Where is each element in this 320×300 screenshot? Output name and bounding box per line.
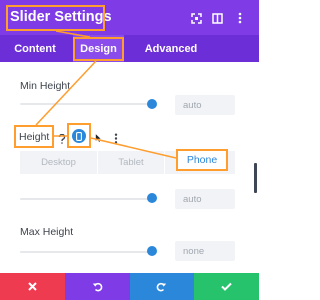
max-height-slider-handle[interactable] — [147, 246, 157, 256]
device-tab-desktop[interactable]: Desktop — [20, 151, 97, 174]
split-view-icon[interactable] — [210, 11, 224, 25]
min-height-value[interactable]: auto — [175, 95, 235, 115]
redo-icon — [157, 282, 167, 292]
cursor-icon — [95, 130, 103, 148]
expand-icon[interactable] — [189, 11, 203, 25]
max-height-value[interactable]: none — [175, 241, 235, 261]
undo-icon — [92, 282, 102, 292]
scrollbar-thumb[interactable] — [254, 163, 257, 193]
undo-button[interactable] — [64, 273, 130, 300]
design-tab-highlight — [73, 37, 124, 61]
redo-button[interactable] — [129, 273, 195, 300]
min-height-label: Min Height — [20, 80, 71, 92]
min-height-slider-handle[interactable] — [147, 99, 157, 109]
cancel-button[interactable] — [0, 273, 65, 300]
height-slider-track[interactable] — [20, 198, 153, 200]
save-button[interactable] — [194, 273, 259, 300]
max-height-label: Max Height — [20, 226, 74, 238]
height-value[interactable]: auto — [175, 189, 235, 209]
height-options-icon[interactable] — [114, 131, 118, 149]
height-label-highlight — [14, 125, 54, 148]
phone-icon-highlight — [67, 123, 91, 148]
device-tab-phone[interactable]: Phone — [176, 149, 228, 171]
tab-bar: Content Design Advanced — [0, 35, 259, 62]
help-icon[interactable] — [58, 131, 66, 149]
min-height-slider-track[interactable] — [20, 103, 153, 105]
title-highlight — [6, 5, 105, 31]
check-icon — [221, 282, 232, 291]
tab-content[interactable]: Content — [6, 35, 64, 62]
close-icon — [28, 282, 37, 291]
height-slider-handle[interactable] — [147, 193, 157, 203]
more-options-icon[interactable] — [233, 11, 247, 25]
device-tab-tablet[interactable]: Tablet — [98, 151, 164, 174]
max-height-slider-track[interactable] — [20, 251, 153, 253]
footer-actions — [0, 273, 259, 300]
tab-advanced[interactable]: Advanced — [138, 35, 204, 62]
